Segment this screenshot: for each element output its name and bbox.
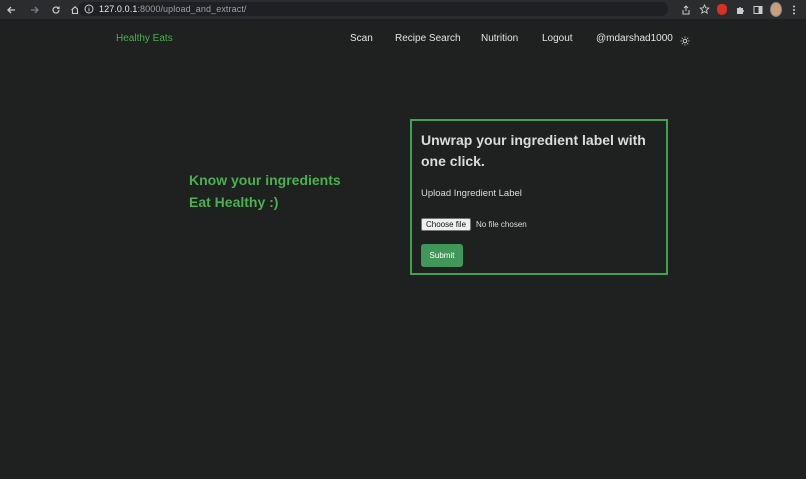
url-text: 127.0.0.1:8000/upload_and_extract/ bbox=[99, 4, 247, 14]
reload-icon[interactable] bbox=[49, 3, 63, 17]
hero-line-2: Eat Healthy :) bbox=[189, 194, 279, 210]
menu-dots-icon[interactable] bbox=[788, 4, 800, 16]
url-path: :8000/upload_and_extract/ bbox=[137, 4, 247, 14]
url-host: 127.0.0.1 bbox=[99, 4, 138, 14]
browser-toolbar: 127.0.0.1:8000/upload_and_extract/ bbox=[0, 0, 806, 19]
hero-tagline: Know your ingredients Eat Healthy :) bbox=[189, 169, 389, 213]
file-input[interactable]: Choose file No file chosen bbox=[421, 218, 527, 231]
upload-card: Unwrap your ingredient label with one cl… bbox=[410, 119, 668, 275]
extension-shield-icon[interactable] bbox=[716, 4, 728, 16]
address-bar[interactable]: 127.0.0.1:8000/upload_and_extract/ bbox=[78, 2, 668, 16]
upload-card-title: Unwrap your ingredient label with one cl… bbox=[421, 132, 646, 169]
submit-button[interactable]: Submit bbox=[421, 244, 463, 267]
site-info-icon[interactable] bbox=[84, 4, 94, 14]
nav-user-handle[interactable]: @mdarshad1000 bbox=[596, 33, 673, 44]
choose-file-button[interactable]: Choose file bbox=[421, 218, 472, 231]
side-panel-icon[interactable] bbox=[752, 4, 764, 16]
nav-link-logout[interactable]: Logout bbox=[542, 33, 573, 44]
extensions-puzzle-icon[interactable] bbox=[734, 4, 746, 16]
share-icon[interactable] bbox=[680, 4, 692, 16]
file-status-text: No file chosen bbox=[476, 220, 527, 229]
nav-link-nutrition[interactable]: Nutrition bbox=[481, 33, 518, 44]
hero-line-1: Know your ingredients bbox=[189, 172, 341, 188]
nav-link-recipe-search[interactable]: Recipe Search bbox=[395, 33, 461, 44]
browser-actions bbox=[680, 2, 800, 17]
nav-link-scan[interactable]: Scan bbox=[350, 33, 373, 44]
bookmark-star-icon[interactable] bbox=[698, 4, 710, 16]
upload-label: Upload Ingredient Label bbox=[421, 188, 522, 199]
back-arrow-icon[interactable] bbox=[4, 3, 18, 17]
forward-arrow-icon[interactable] bbox=[28, 3, 42, 17]
theme-toggle-sun-icon[interactable] bbox=[680, 33, 690, 46]
profile-avatar[interactable] bbox=[770, 2, 782, 17]
